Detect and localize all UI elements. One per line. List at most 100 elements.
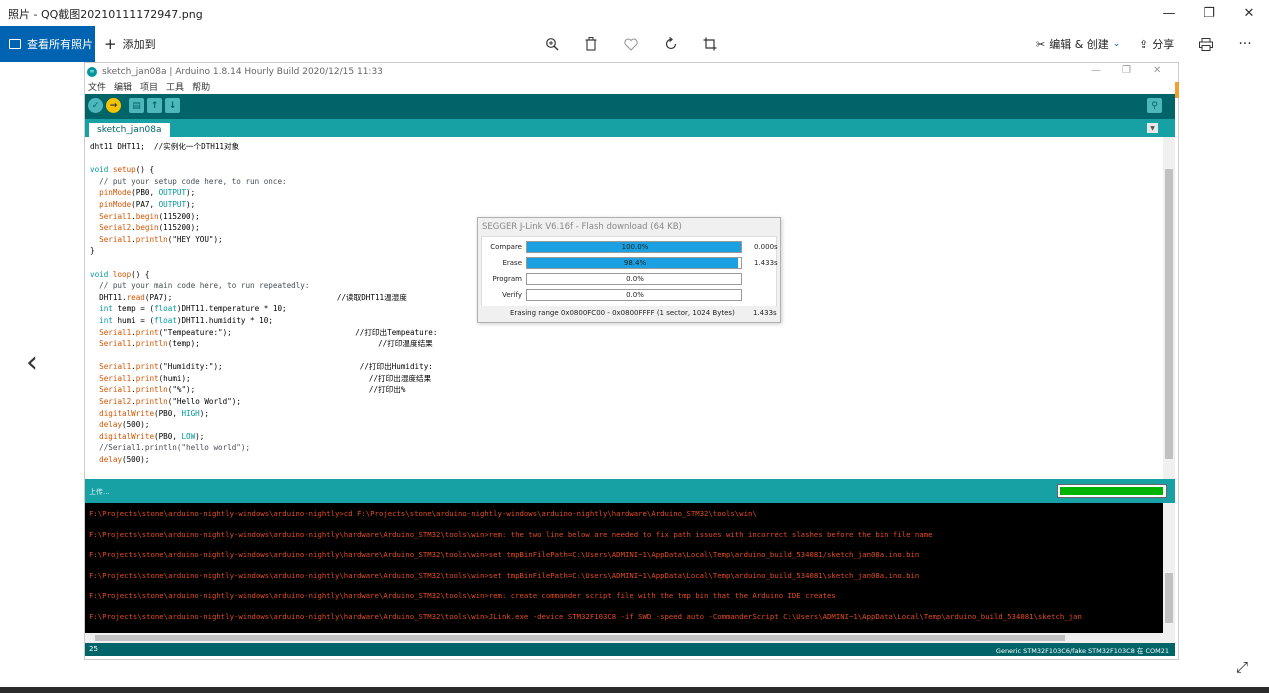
code-token: Serial1 bbox=[99, 211, 132, 221]
jlink-percent-text: 0.0% bbox=[626, 275, 644, 283]
photo-icon bbox=[9, 39, 21, 49]
close-button[interactable]: ✕ bbox=[1229, 0, 1269, 26]
code-token: Serial1 bbox=[99, 327, 132, 337]
fullscreen-icon[interactable]: ⤢ bbox=[1236, 658, 1248, 676]
console-line: F:\Projects\stone\arduino-nightly-window… bbox=[89, 529, 933, 539]
code-token: )DHT11.humidity * 10; bbox=[176, 315, 273, 325]
code-line: } bbox=[90, 245, 437, 257]
code-token: (PA7, bbox=[131, 199, 159, 209]
edit-create-button[interactable]: ✂ 编辑 & 创建 ⌄ bbox=[1036, 36, 1120, 52]
console-line: F:\Projects\stone\arduino-nightly-window… bbox=[89, 591, 836, 600]
jlink-footer-text: Erasing range 0x0800FC00 - 0x0800FFFF (1… bbox=[510, 309, 735, 317]
arduino-bottom-bar: 25 Generic STM32F103C6/fake STM32F103C8 … bbox=[85, 643, 1175, 656]
jlink-progress-bar: 100.0% bbox=[526, 241, 742, 253]
code-token: (humi); //打印出湿度结果 bbox=[158, 373, 432, 383]
jlink-row: Compare 100.0% 0.000s bbox=[482, 241, 778, 253]
code-token: Serial2 bbox=[99, 223, 132, 233]
code-token: print bbox=[135, 327, 159, 337]
view-all-photos-button[interactable]: 查看所有照片 bbox=[0, 26, 95, 62]
code-token: Serial1 bbox=[99, 339, 132, 349]
rotate-icon[interactable] bbox=[661, 34, 681, 54]
view-all-label: 查看所有照片 bbox=[27, 38, 93, 51]
delete-icon[interactable] bbox=[581, 34, 601, 54]
jlink-progress-bar: 0.0% bbox=[526, 273, 742, 285]
menu-file: 文件 bbox=[88, 83, 107, 93]
code-token: LOW bbox=[181, 431, 196, 441]
menu-edit: 编辑 bbox=[114, 83, 133, 93]
code-token: (temp); //打印温度结果 bbox=[167, 339, 433, 349]
code-token: println bbox=[135, 397, 168, 407]
line-number: 25 bbox=[89, 645, 98, 653]
code-token: HIGH bbox=[181, 408, 200, 418]
code-token: Serial2 bbox=[99, 397, 132, 407]
code-line: Serial1.begin(115200); bbox=[90, 211, 437, 223]
upload-progress-fill bbox=[1060, 487, 1163, 495]
jlink-row-time: 0.000s bbox=[754, 243, 778, 251]
code-token: (500); bbox=[122, 420, 150, 430]
code-token: (115200); bbox=[158, 223, 200, 233]
code-token: void bbox=[90, 165, 109, 175]
code-token: dht11 DHT11; //实例化一个DTH11对象 bbox=[90, 142, 240, 151]
share-icon: ⇪ bbox=[1139, 37, 1149, 51]
console-output: F:\Projects\stone\arduino-nightly-window… bbox=[85, 503, 1163, 633]
code-line: delay(500); bbox=[90, 419, 437, 431]
verify-icon: ✓ bbox=[88, 98, 103, 113]
crop-icon[interactable] bbox=[700, 34, 720, 54]
zoom-icon[interactable] bbox=[542, 34, 562, 54]
code-token: void bbox=[90, 269, 109, 279]
more-icon[interactable]: ··· bbox=[1235, 34, 1255, 54]
code-token: print bbox=[135, 373, 159, 383]
code-token: OUTPUT bbox=[158, 188, 187, 198]
restore-button[interactable]: ❐ bbox=[1189, 0, 1229, 26]
code-token: (PB0, bbox=[131, 188, 159, 198]
code-token: (500); bbox=[122, 455, 150, 465]
code-token: () { bbox=[135, 165, 155, 175]
code-line: Serial1.print("Tempeature:"); //打印出Tempe… bbox=[90, 327, 437, 339]
jlink-footer-time: 1.433s bbox=[753, 309, 777, 317]
previous-arrow-icon[interactable]: ‹ bbox=[26, 345, 38, 380]
code-token: )DHT11.temperature * 10; bbox=[176, 304, 287, 314]
share-button[interactable]: ⇪ 分享 bbox=[1139, 36, 1174, 52]
console-line: F:\Projects\stone\arduino-nightly-window… bbox=[89, 509, 757, 518]
favorite-icon[interactable] bbox=[621, 34, 641, 54]
code-line: //Serial1.println("hello world"); bbox=[90, 442, 437, 454]
jlink-row: Verify 0.0% bbox=[482, 289, 778, 301]
code-token: digitalWrite bbox=[99, 431, 155, 441]
arduino-tabbar: sketch_jan08a ▼ bbox=[85, 119, 1175, 137]
code-token: begin bbox=[135, 211, 159, 221]
serial-monitor-icon: ⚲ bbox=[1147, 98, 1162, 113]
code-token: loop bbox=[112, 269, 132, 279]
jlink-row-label: Erase bbox=[502, 259, 522, 267]
jlink-progress-bar: 98.4% bbox=[526, 257, 742, 269]
menu-help: 帮助 bbox=[192, 83, 211, 93]
jlink-row: Erase 98.4% 1.433s bbox=[482, 257, 778, 269]
code-token: ("%"); //打印出% bbox=[167, 385, 406, 395]
jlink-title: SEGGER J-Link V6.16f - Flash download (6… bbox=[482, 222, 682, 232]
code-token: Serial1 bbox=[99, 234, 132, 244]
share-label: 分享 bbox=[1152, 38, 1175, 51]
code-token: Serial1 bbox=[99, 385, 132, 395]
jlink-flash-dialog: SEGGER J-Link V6.16f - Flash download (6… bbox=[477, 217, 781, 323]
jlink-percent-text: 0.0% bbox=[626, 291, 644, 299]
photos-toolbar: 查看所有照片 + 添加到 ✂ 编辑 & 创建 ⌄ ⇪ 分享 ··· bbox=[0, 26, 1269, 62]
tab-menu-icon: ▼ bbox=[1147, 123, 1158, 133]
code-line: int humi = (float)DHT11.humidity * 10; bbox=[90, 315, 437, 327]
code-token: Serial1 bbox=[99, 362, 132, 372]
arduino-menubar: 文件 编辑 项目 工具 帮助 bbox=[85, 80, 1178, 94]
add-to-button[interactable]: + 添加到 bbox=[104, 26, 156, 62]
code-token: // put your setup code here, to run once… bbox=[90, 176, 287, 186]
print-icon[interactable] bbox=[1196, 34, 1216, 54]
code-token: (PB0, bbox=[154, 408, 182, 418]
minimize-button[interactable]: — bbox=[1149, 0, 1189, 26]
